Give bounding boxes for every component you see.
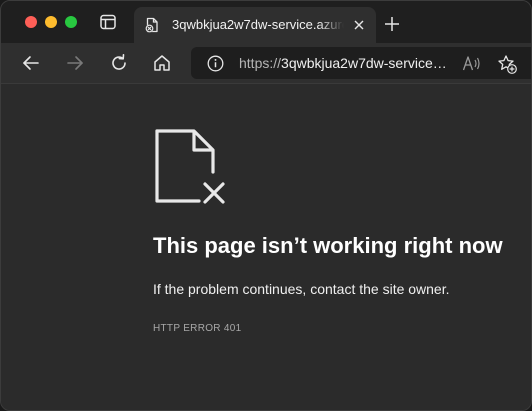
window-close-button[interactable] — [25, 16, 37, 28]
window-minimize-button[interactable] — [45, 16, 57, 28]
tab-actions-icon[interactable] — [99, 13, 117, 31]
error-code: HTTP ERROR 401 — [153, 323, 242, 334]
navigation-toolbar: https://3qwbkjua2w7dw-service.azurewebsi… — [1, 43, 531, 84]
info-icon[interactable] — [207, 55, 224, 72]
window-zoom-button[interactable] — [65, 16, 77, 28]
browser-window: 3qwbkjua2w7dw-service.azurewebsites.net — [0, 0, 532, 411]
arrow-right-icon[interactable] — [65, 53, 85, 73]
url-host: 3qwbkjua2w7dw-service.azurewebsites.net — [281, 55, 449, 71]
broken-document-icon — [153, 128, 229, 206]
read-aloud-icon[interactable] — [462, 55, 482, 72]
refresh-icon[interactable] — [109, 53, 129, 73]
arrow-left-icon[interactable] — [21, 53, 41, 73]
tab-active[interactable]: 3qwbkjua2w7dw-service.azurewebsites.net — [134, 7, 376, 43]
close-icon[interactable] — [352, 18, 366, 32]
page-content: This page isn’t working right now If the… — [1, 84, 531, 410]
error-message: If the problem continues, contact the si… — [153, 281, 450, 297]
plus-icon[interactable] — [384, 16, 400, 32]
url-scheme: https:// — [239, 55, 282, 71]
tab-title: 3qwbkjua2w7dw-service.azurewebsites.net — [172, 17, 344, 32]
tab-strip: 3qwbkjua2w7dw-service.azurewebsites.net — [1, 1, 531, 43]
error-title: This page isn’t working right now — [153, 233, 503, 258]
home-icon[interactable] — [152, 53, 172, 73]
url-text[interactable]: https://3qwbkjua2w7dw-service.azurewebsi… — [239, 55, 449, 72]
address-bar[interactable]: https://3qwbkjua2w7dw-service.azurewebsi… — [191, 47, 531, 79]
add-favorite-icon[interactable] — [497, 54, 517, 74]
error-page-icon — [144, 17, 160, 33]
